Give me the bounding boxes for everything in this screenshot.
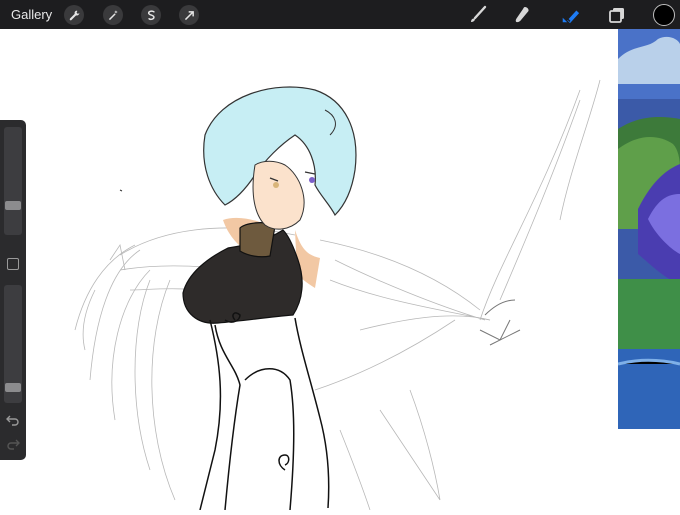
layers-icon[interactable] <box>607 5 627 25</box>
eraser-icon[interactable] <box>560 5 580 25</box>
redo-icon[interactable] <box>6 438 20 450</box>
opacity-thumb[interactable] <box>5 383 21 392</box>
gallery-button[interactable]: Gallery <box>11 7 52 22</box>
magic-wand-icon[interactable] <box>103 5 123 25</box>
top-toolbar: Gallery <box>0 0 680 29</box>
opacity-slider[interactable] <box>4 285 22 403</box>
left-sidebar <box>0 120 26 460</box>
modify-square-icon[interactable] <box>7 258 19 270</box>
brush-icon[interactable] <box>468 5 488 25</box>
wrench-icon[interactable] <box>64 5 84 25</box>
selection-icon[interactable] <box>141 5 161 25</box>
brush-size-slider[interactable] <box>4 127 22 235</box>
brush-size-thumb[interactable] <box>5 201 21 210</box>
sketch-artwork <box>74 79 601 511</box>
transform-icon[interactable] <box>179 5 199 25</box>
reference-image[interactable] <box>618 29 680 429</box>
smudge-icon[interactable] <box>512 5 532 25</box>
color-well[interactable] <box>653 4 675 26</box>
drawing-canvas[interactable] <box>0 29 680 511</box>
undo-icon[interactable] <box>6 414 20 426</box>
